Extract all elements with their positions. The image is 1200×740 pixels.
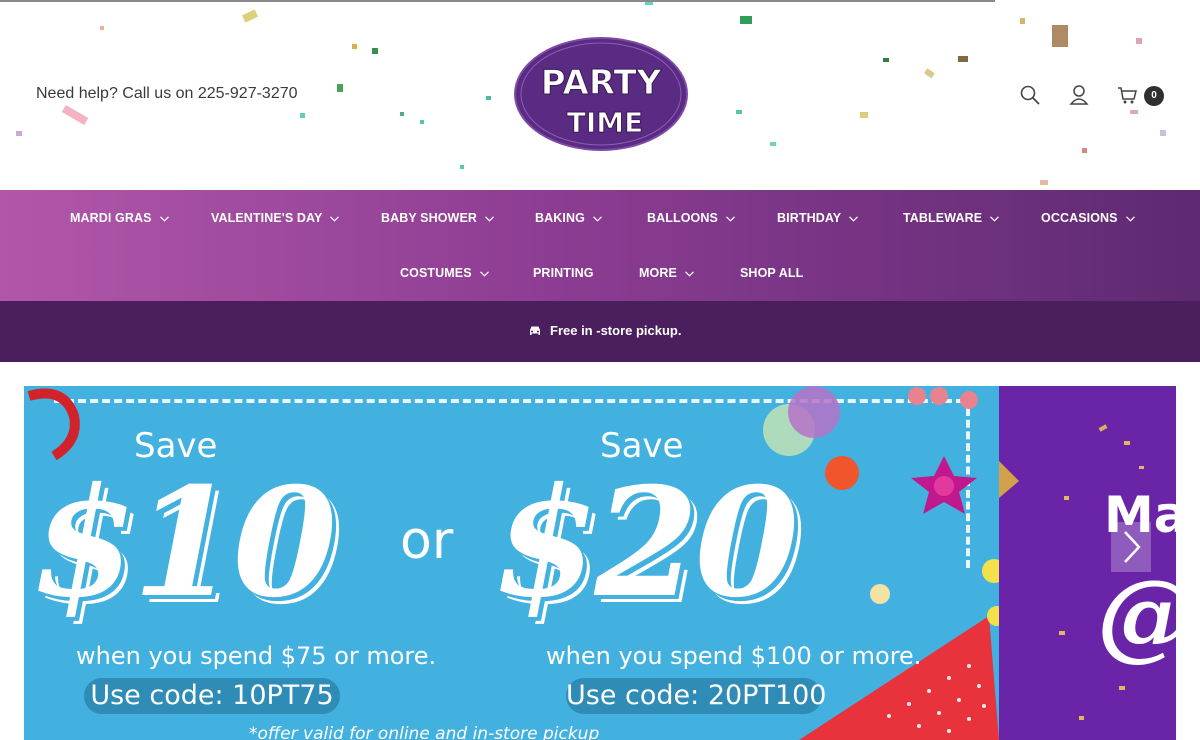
chevron-down-icon [849,216,859,222]
logo-word-party: PARTY [541,63,662,103]
cart-count-badge[interactable]: 0 [1144,86,1164,106]
chevron-down-icon [990,216,1000,222]
site-header: Need help? Call us on 225-927-3270 PARTY… [0,0,1200,190]
nav-item-label: BALLOONS [647,211,718,225]
help-phone-text: Need help? Call us on 225-927-3270 [36,85,298,102]
party-time-logo[interactable]: PARTY TIME [513,36,689,152]
nav-item-label: TABLEWARE [903,211,983,225]
chevron-down-icon [159,216,169,222]
ribbon-decoration [27,388,80,461]
account-icon[interactable] [1068,84,1090,106]
nav-item-baking[interactable]: BAKING [535,211,602,231]
chevron-right-icon [1124,531,1141,563]
nav-item-valentines-day[interactable]: VALENTINE'S DAY [211,211,340,231]
nav-item-costumes[interactable]: COSTUMES [400,266,489,286]
chevron-down-icon [684,271,694,277]
main-navigation: MARDI GRAS VALENTINE'S DAY BABY SHOWER B… [0,190,1200,301]
nav-item-label: PRINTING [533,266,594,280]
nav-item-birthday[interactable]: BIRTHDAY [777,211,859,231]
chevron-down-icon [1125,216,1135,222]
car-icon [530,326,540,335]
nav-item-label: OCCASIONS [1041,211,1118,225]
nav-item-label: VALENTINE'S DAY [211,211,323,225]
logo-word-time: TIME [567,106,644,139]
chevron-down-icon [485,216,494,222]
offer2-spend-text: when you spend $100 or more. [546,642,922,670]
slide2-script-text: @ [1097,558,1176,671]
chevron-down-icon [726,216,735,222]
chevron-down-icon [479,271,489,277]
nav-item-label: COSTUMES [400,266,472,280]
offer2-amount: $20 [494,455,799,631]
offer1-amount: $10 [32,455,337,631]
nav-item-shop-all[interactable]: SHOP ALL [740,266,803,286]
promo-text: Free in -store pickup. [550,323,682,338]
nav-item-baby-shower[interactable]: BABY SHOWER [381,211,494,231]
nav-item-label: MORE [639,266,677,280]
offer-or-separator: or [400,511,454,571]
offer2-code: Use code: 20PT100 [566,678,826,714]
search-icon[interactable] [1019,84,1041,106]
promo-message: Free in -store pickup. [528,323,681,341]
chevron-down-icon [592,216,602,222]
hero-carousel: Save $10 when you spend $75 or more. Use… [24,386,1176,740]
nav-item-tableware[interactable]: TABLEWARE [903,211,1000,231]
nav-item-printing[interactable]: PRINTING [533,266,594,286]
nav-item-label: BABY SHOWER [381,211,478,225]
nav-item-label: BIRTHDAY [777,211,842,225]
hero-slide-coupon[interactable]: Save $10 when you spend $75 or more. Use… [24,386,999,740]
nav-item-more[interactable]: MORE [639,266,694,286]
offer-fine-print: *offer valid for online and in-store pic… [249,724,600,740]
nav-item-occasions[interactable]: OCCASIONS [1041,211,1135,231]
cart-icon[interactable] [1117,84,1139,106]
carousel-next-button[interactable] [1111,522,1151,572]
nav-item-mardi-gras[interactable]: MARDI GRAS [70,211,169,231]
offer1-code: Use code: 10PT75 [84,678,340,714]
chevron-down-icon [330,216,340,222]
offer1-spend-text: when you spend $75 or more. [76,642,437,670]
page-load-bar [0,0,995,2]
nav-item-label: SHOP ALL [740,266,804,280]
nav-item-label: MARDI GRAS [70,211,152,225]
promo-bar: Free in -store pickup. [0,301,1200,362]
nav-item-label: BAKING [535,211,585,225]
nav-item-balloons[interactable]: BALLOONS [647,211,735,231]
